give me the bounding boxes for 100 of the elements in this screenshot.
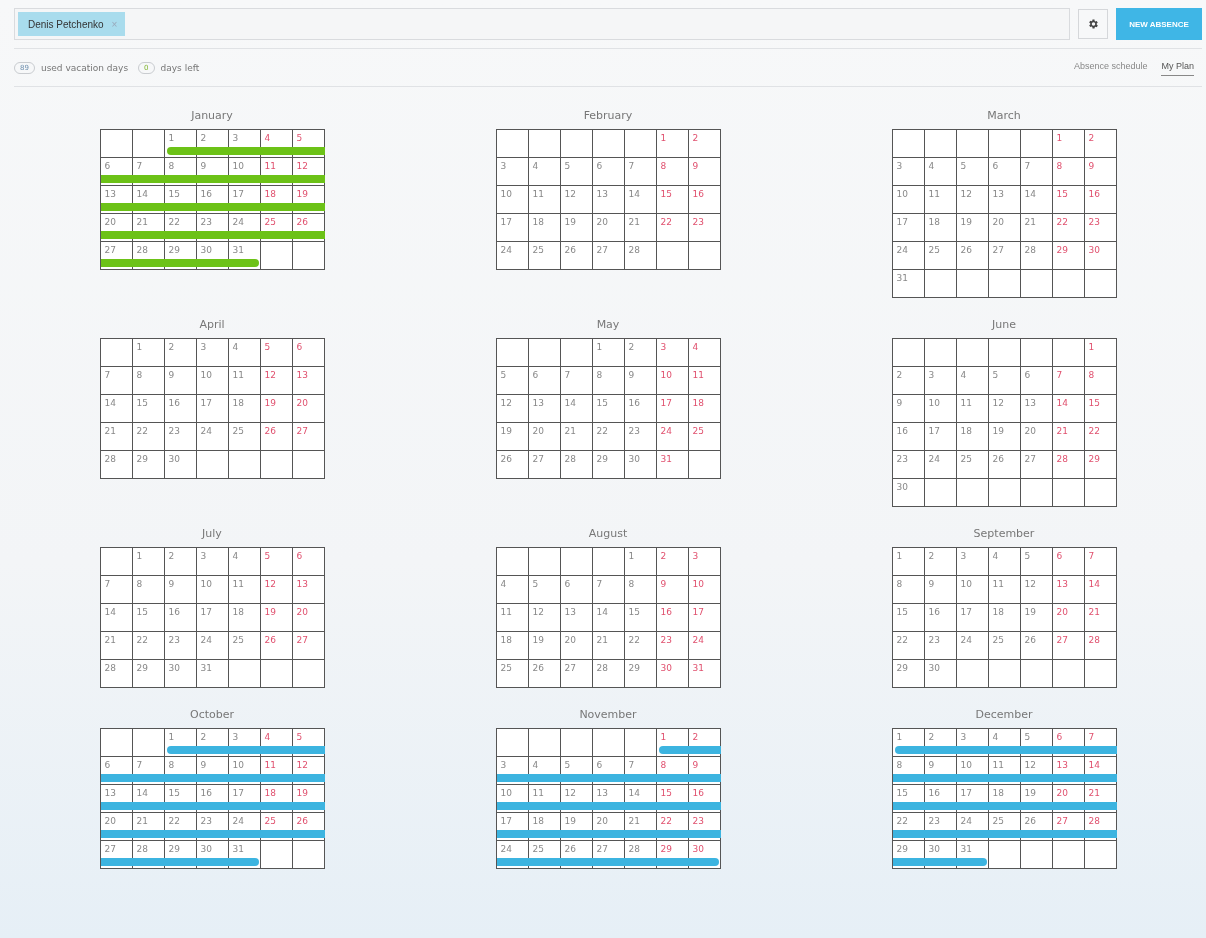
day-cell[interactable]: 10 bbox=[924, 395, 957, 423]
day-cell[interactable]: 18 bbox=[528, 214, 561, 242]
day-cell[interactable]: 24 bbox=[688, 632, 721, 660]
day-cell[interactable]: 25 bbox=[528, 242, 561, 270]
day-cell[interactable]: 19 bbox=[988, 423, 1021, 451]
day-cell[interactable]: 28 bbox=[592, 660, 625, 688]
day-cell[interactable]: 7 bbox=[100, 367, 133, 395]
day-cell[interactable]: 19 bbox=[260, 604, 293, 632]
day-cell[interactable]: 20 bbox=[1020, 423, 1053, 451]
day-cell[interactable]: 27 bbox=[292, 632, 325, 660]
day-cell[interactable]: 18 bbox=[924, 214, 957, 242]
day-cell[interactable]: 12 bbox=[260, 576, 293, 604]
day-cell[interactable]: 10 bbox=[956, 576, 989, 604]
day-cell[interactable]: 27 bbox=[528, 451, 561, 479]
day-cell[interactable]: 20 bbox=[292, 395, 325, 423]
day-cell[interactable]: 21 bbox=[100, 423, 133, 451]
day-cell[interactable]: 10 bbox=[196, 576, 229, 604]
day-cell[interactable]: 29 bbox=[624, 660, 657, 688]
day-cell[interactable]: 15 bbox=[1084, 395, 1117, 423]
day-cell[interactable]: 5 bbox=[988, 367, 1021, 395]
day-cell[interactable]: 20 bbox=[528, 423, 561, 451]
day-cell[interactable]: 10 bbox=[656, 367, 689, 395]
day-cell[interactable]: 12 bbox=[496, 395, 529, 423]
day-cell[interactable]: 6 bbox=[292, 339, 325, 367]
day-cell[interactable]: 10 bbox=[196, 367, 229, 395]
day-cell[interactable]: 13 bbox=[560, 604, 593, 632]
day-cell[interactable]: 27 bbox=[988, 242, 1021, 270]
day-cell[interactable]: 26 bbox=[528, 660, 561, 688]
day-cell[interactable]: 8 bbox=[892, 576, 925, 604]
day-cell[interactable]: 30 bbox=[1084, 242, 1117, 270]
day-cell[interactable]: 2 bbox=[892, 367, 925, 395]
day-cell[interactable]: 11 bbox=[496, 604, 529, 632]
day-cell[interactable]: 11 bbox=[228, 367, 261, 395]
day-cell[interactable]: 21 bbox=[1084, 604, 1117, 632]
day-cell[interactable]: 15 bbox=[656, 186, 689, 214]
day-cell[interactable]: 29 bbox=[592, 451, 625, 479]
day-cell[interactable]: 4 bbox=[988, 548, 1021, 576]
day-cell[interactable]: 16 bbox=[164, 395, 197, 423]
day-cell[interactable]: 27 bbox=[1020, 451, 1053, 479]
day-cell[interactable]: 5 bbox=[260, 548, 293, 576]
day-cell[interactable]: 7 bbox=[592, 576, 625, 604]
day-cell[interactable]: 11 bbox=[688, 367, 721, 395]
day-cell[interactable]: 27 bbox=[560, 660, 593, 688]
day-cell[interactable]: 6 bbox=[1020, 367, 1053, 395]
day-cell[interactable]: 21 bbox=[624, 214, 657, 242]
day-cell[interactable]: 25 bbox=[228, 423, 261, 451]
day-cell[interactable]: 21 bbox=[1052, 423, 1085, 451]
day-cell[interactable]: 12 bbox=[956, 186, 989, 214]
day-cell[interactable]: 23 bbox=[624, 423, 657, 451]
day-cell[interactable]: 21 bbox=[100, 632, 133, 660]
day-cell[interactable]: 14 bbox=[100, 395, 133, 423]
day-cell[interactable]: 15 bbox=[1052, 186, 1085, 214]
day-cell[interactable]: 8 bbox=[132, 367, 165, 395]
day-cell[interactable]: 11 bbox=[988, 576, 1021, 604]
day-cell[interactable]: 19 bbox=[260, 395, 293, 423]
day-cell[interactable]: 29 bbox=[1052, 242, 1085, 270]
day-cell[interactable]: 14 bbox=[1084, 576, 1117, 604]
day-cell[interactable]: 8 bbox=[132, 576, 165, 604]
day-cell[interactable]: 24 bbox=[956, 632, 989, 660]
day-cell[interactable]: 30 bbox=[164, 451, 197, 479]
day-cell[interactable]: 23 bbox=[164, 423, 197, 451]
day-cell[interactable]: 5 bbox=[956, 158, 989, 186]
day-cell[interactable]: 8 bbox=[656, 158, 689, 186]
day-cell[interactable]: 26 bbox=[956, 242, 989, 270]
day-cell[interactable]: 26 bbox=[1020, 632, 1053, 660]
day-cell[interactable]: 20 bbox=[988, 214, 1021, 242]
day-cell[interactable]: 6 bbox=[1052, 548, 1085, 576]
day-cell[interactable]: 15 bbox=[892, 604, 925, 632]
day-cell[interactable]: 29 bbox=[132, 660, 165, 688]
day-cell[interactable]: 24 bbox=[924, 451, 957, 479]
day-cell[interactable]: 26 bbox=[260, 632, 293, 660]
day-cell[interactable]: 23 bbox=[924, 632, 957, 660]
day-cell[interactable]: 15 bbox=[132, 395, 165, 423]
day-cell[interactable]: 3 bbox=[892, 158, 925, 186]
day-cell[interactable]: 13 bbox=[592, 186, 625, 214]
day-cell[interactable]: 5 bbox=[560, 158, 593, 186]
day-cell[interactable]: 25 bbox=[228, 632, 261, 660]
day-cell[interactable]: 13 bbox=[528, 395, 561, 423]
day-cell[interactable]: 24 bbox=[196, 423, 229, 451]
day-cell[interactable]: 22 bbox=[1084, 423, 1117, 451]
day-cell[interactable]: 27 bbox=[292, 423, 325, 451]
day-cell[interactable]: 14 bbox=[560, 395, 593, 423]
day-cell[interactable]: 18 bbox=[956, 423, 989, 451]
day-cell[interactable]: 31 bbox=[892, 270, 925, 298]
day-cell[interactable]: 1 bbox=[132, 548, 165, 576]
day-cell[interactable]: 12 bbox=[560, 186, 593, 214]
day-cell[interactable]: 24 bbox=[196, 632, 229, 660]
day-cell[interactable]: 6 bbox=[988, 158, 1021, 186]
day-cell[interactable]: 17 bbox=[924, 423, 957, 451]
day-cell[interactable]: 3 bbox=[956, 548, 989, 576]
day-cell[interactable]: 8 bbox=[592, 367, 625, 395]
day-cell[interactable]: 16 bbox=[164, 604, 197, 632]
day-cell[interactable]: 25 bbox=[988, 632, 1021, 660]
day-cell[interactable]: 7 bbox=[1052, 367, 1085, 395]
day-cell[interactable]: 13 bbox=[1052, 576, 1085, 604]
day-cell[interactable]: 11 bbox=[956, 395, 989, 423]
day-cell[interactable]: 23 bbox=[688, 214, 721, 242]
day-cell[interactable]: 21 bbox=[592, 632, 625, 660]
day-cell[interactable]: 21 bbox=[1020, 214, 1053, 242]
day-cell[interactable]: 12 bbox=[988, 395, 1021, 423]
